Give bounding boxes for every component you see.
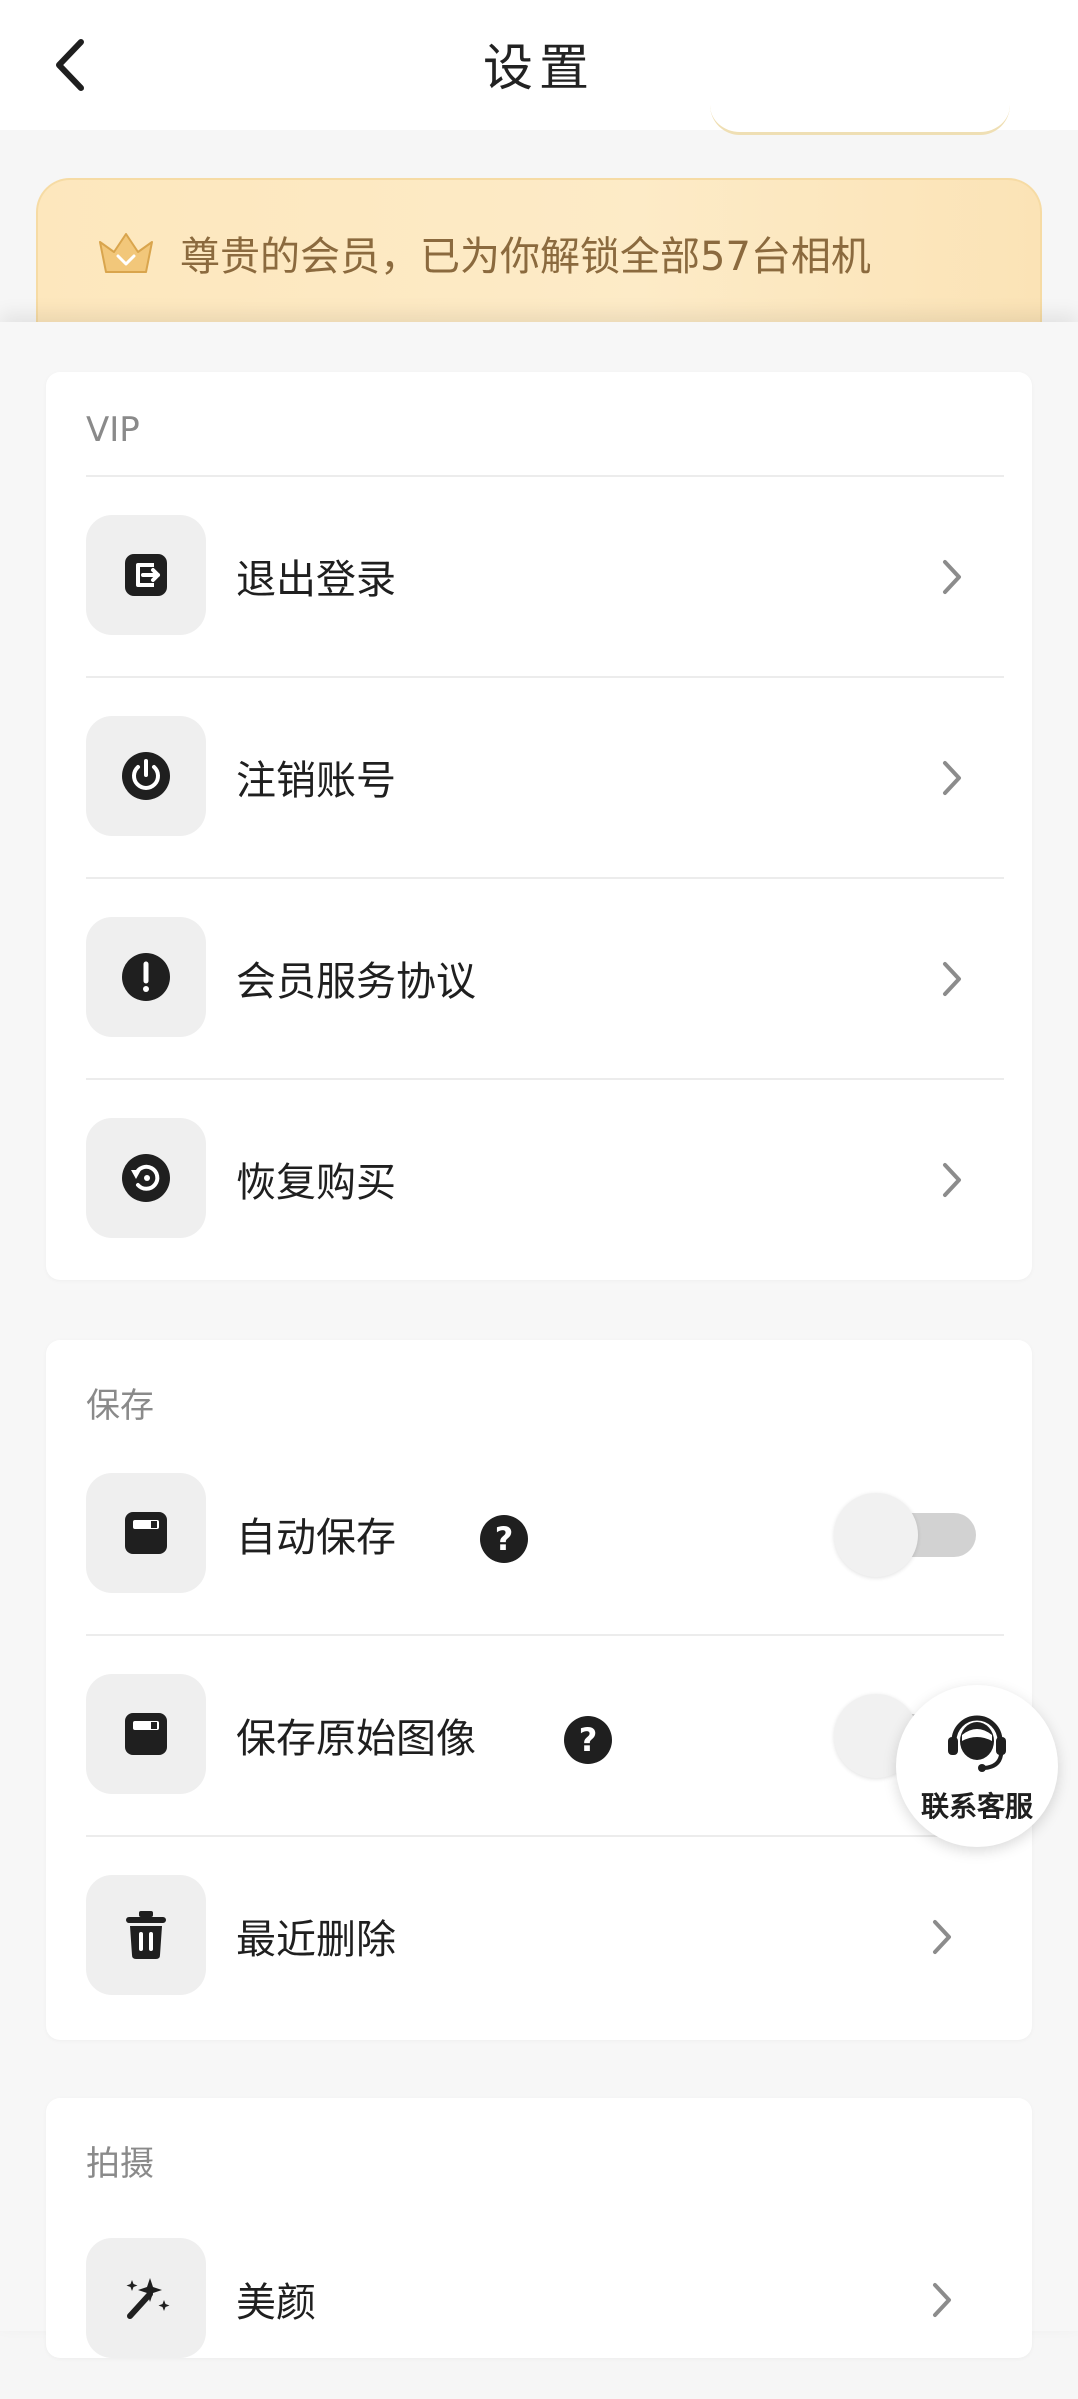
- row-icon-box: [86, 1875, 206, 1995]
- row-divider: [86, 877, 1004, 879]
- settings-content[interactable]: VIP 退出登录 注销账号 会员服务协议 恢复购买 保存 自动保存 ? 保存原始…: [0, 322, 1078, 2358]
- settings-row-auto-save[interactable]: 自动保存 ?: [86, 1433, 992, 1634]
- vip-banner[interactable]: 尊贵的会员，已为你解锁全部57台相机: [36, 178, 1042, 328]
- row-label-delete-account: 注销账号: [236, 758, 396, 804]
- row-divider: [86, 1634, 1004, 1636]
- row-divider: [86, 1078, 1004, 1080]
- chevron-right-icon: [922, 1915, 962, 1959]
- settings-row-save-original[interactable]: 保存原始图像 ?: [86, 1634, 1004, 1835]
- row-label-beauty: 美颜: [236, 2280, 316, 2326]
- save-section-card: 保存 自动保存 ? 保存原始图像 ? 最近删除: [46, 1340, 1032, 2040]
- customer-support-button[interactable]: 联系客服: [896, 1685, 1058, 1847]
- power-icon: [122, 752, 170, 800]
- row-divider: [86, 475, 1004, 477]
- row-label-logout: 退出登录: [236, 557, 396, 603]
- section-title-save: 保存: [86, 1386, 154, 1426]
- section-title-vip: VIP: [86, 410, 140, 450]
- help-icon[interactable]: ?: [480, 1515, 528, 1563]
- headset-icon: [948, 1715, 1006, 1772]
- row-icon-box: [86, 2238, 206, 2358]
- section-title-shoot: 拍摄: [86, 2144, 154, 2184]
- settings-row-member-agreement[interactable]: 会员服务协议: [86, 877, 1004, 1078]
- logout-icon: [125, 554, 167, 596]
- settings-row-restore-purchase[interactable]: 恢复购买: [86, 1078, 1004, 1279]
- row-icon-box: [86, 1473, 206, 1593]
- save-icon: [125, 1713, 167, 1755]
- row-icon-box: [86, 716, 206, 836]
- row-icon-box: [86, 917, 206, 1037]
- top-bar: 设置: [0, 0, 1078, 135]
- settings-row-recently-deleted[interactable]: 最近删除: [86, 1835, 1004, 2036]
- settings-row-logout[interactable]: 退出登录: [86, 475, 1004, 676]
- auto-save-toggle[interactable]: [834, 1493, 976, 1577]
- toggle-thumb: [834, 1493, 918, 1577]
- alert-icon: [122, 953, 170, 1001]
- shoot-section-card: 拍摄 美颜: [46, 2098, 1032, 2358]
- crown-icon: [99, 233, 153, 273]
- trash-icon: [126, 1911, 166, 1959]
- settings-row-delete-account[interactable]: 注销账号: [86, 676, 1004, 877]
- vip-section-card: VIP 退出登录 注销账号 会员服务协议 恢复购买: [46, 372, 1032, 1280]
- chevron-right-icon: [932, 1158, 972, 1202]
- row-icon-box: [86, 1118, 206, 1238]
- row-icon-box: [86, 1674, 206, 1794]
- magic-wand-icon: [126, 2278, 170, 2319]
- help-icon[interactable]: ?: [564, 1716, 612, 1764]
- header-pill-edge: [710, 96, 1010, 135]
- row-label-save-original: 保存原始图像: [236, 1716, 476, 1762]
- row-label-recently-deleted: 最近删除: [236, 1917, 396, 1963]
- vip-banner-text: 尊贵的会员，已为你解锁全部57台相机: [180, 234, 871, 280]
- customer-support-label: 联系客服: [920, 1790, 1033, 1823]
- chevron-right-icon: [932, 555, 972, 599]
- row-divider: [86, 676, 1004, 678]
- chevron-right-icon: [922, 2278, 962, 2322]
- row-label-member-agreement: 会员服务协议: [236, 959, 476, 1005]
- save-icon: [125, 1512, 167, 1554]
- page-title: 设置: [483, 39, 595, 97]
- settings-row-beauty[interactable]: 美颜: [86, 2198, 992, 2399]
- restore-icon: [122, 1154, 170, 1202]
- row-divider: [86, 1835, 1004, 1837]
- chevron-right-icon: [932, 756, 972, 800]
- row-icon-box: [86, 515, 206, 635]
- row-label-auto-save: 自动保存: [236, 1515, 396, 1561]
- row-label-restore-purchase: 恢复购买: [236, 1160, 396, 1206]
- chevron-right-icon: [932, 957, 972, 1001]
